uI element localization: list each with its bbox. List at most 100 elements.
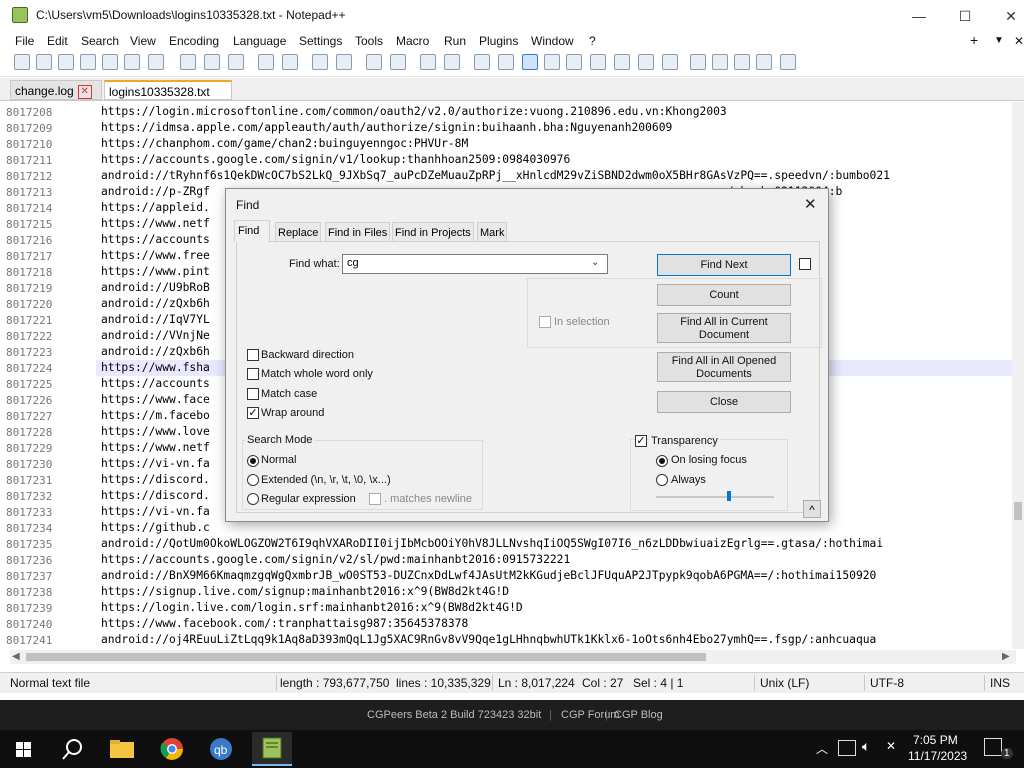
sync-horizontal-icon[interactable]	[444, 54, 460, 70]
new-file-icon[interactable]	[14, 54, 30, 70]
tab-find[interactable]: Find	[234, 220, 270, 242]
monitoring-icon[interactable]	[662, 54, 678, 70]
code-line[interactable]: https://chanphom.com/game/chan2:buinguye…	[101, 137, 468, 150]
code-line[interactable]: android://BnX9M66KmaqmzgqWgQxmbrJB_wO0ST…	[101, 569, 876, 582]
code-line[interactable]: android://QotUm0OkoWLOGZOW2T6I9qhVXARoDI…	[101, 537, 883, 550]
menu-macro[interactable]: Macro	[396, 34, 429, 48]
print-icon[interactable]	[148, 54, 164, 70]
code-line[interactable]: https://idmsa.apple.com/appleauth/auth/a…	[101, 121, 672, 134]
transparency-slider-track[interactable]	[656, 496, 774, 498]
save-icon[interactable]	[58, 54, 74, 70]
code-line[interactable]: https://vi-vn.fa	[101, 457, 210, 470]
undo-icon[interactable]	[258, 54, 274, 70]
horizontal-scroll-thumb[interactable]	[26, 653, 706, 661]
zoom-in-icon[interactable]	[366, 54, 382, 70]
clock-time[interactable]: 7:05 PM	[913, 733, 958, 747]
indent-guide-icon[interactable]	[522, 54, 538, 70]
scroll-left-arrow-icon[interactable]: ◀	[12, 651, 20, 662]
always-radio[interactable]	[656, 474, 668, 486]
save-all-icon[interactable]	[80, 54, 96, 70]
tab-logins-file[interactable]: logins10335328.txt✕	[104, 80, 232, 120]
menu-plugins[interactable]: Plugins	[479, 34, 518, 48]
transparency-slider-thumb[interactable]	[726, 491, 731, 501]
vertical-scroll-thumb[interactable]	[1014, 502, 1022, 520]
close-doc-icon[interactable]: ✕	[1014, 34, 1024, 48]
zoom-out-icon[interactable]	[390, 54, 406, 70]
find-all-current-button[interactable]: Find All in Current Document	[657, 313, 791, 343]
code-line[interactable]: https://www.fsha	[101, 361, 210, 374]
network-icon[interactable]	[838, 740, 856, 756]
cut-icon[interactable]	[180, 54, 196, 70]
language-define-icon[interactable]	[544, 54, 560, 70]
horizontal-scrollbar[interactable]: ◀ ▶	[10, 650, 1016, 664]
wrap-around-checkbox[interactable]: ✓	[247, 407, 259, 419]
code-line[interactable]: https://accounts.google.com/signin/v2/sl…	[101, 553, 570, 566]
menu-language[interactable]: Language	[233, 34, 286, 48]
qbittorrent-icon[interactable]: qb	[205, 734, 237, 764]
tab-list-dropdown-icon[interactable]: ▼	[994, 35, 1004, 46]
chevron-down-icon[interactable]: ⌄	[591, 257, 599, 268]
stop-macro-icon[interactable]	[712, 54, 728, 70]
match-whole-word-checkbox[interactable]	[247, 368, 259, 380]
tab-find-in-projects[interactable]: Find in Projects	[392, 222, 474, 242]
search-icon[interactable]	[56, 734, 88, 764]
doc-list-icon[interactable]	[590, 54, 606, 70]
backward-direction-checkbox[interactable]	[247, 349, 259, 361]
mode-extended-radio[interactable]	[247, 474, 259, 486]
menu-tools[interactable]: Tools	[355, 34, 383, 48]
code-line[interactable]: https://login.live.com/login.srf:mainhan…	[101, 601, 523, 614]
replace-icon[interactable]	[336, 54, 352, 70]
code-line[interactable]: https://discord.	[101, 489, 210, 502]
minimize-button[interactable]: —	[896, 0, 942, 32]
scroll-right-arrow-icon[interactable]: ▶	[1002, 651, 1010, 662]
windows-start-icon[interactable]	[8, 734, 40, 764]
ime-icon[interactable]: ✕	[886, 739, 896, 753]
code-line[interactable]: https://m.facebo	[101, 409, 210, 422]
chrome-icon[interactable]	[156, 734, 188, 764]
show-hidden-icons-icon[interactable]: ︿	[816, 740, 828, 757]
code-line[interactable]: https://www.netf	[101, 217, 210, 230]
mode-normal-radio[interactable]	[247, 455, 259, 467]
code-line[interactable]: https://www.face	[101, 393, 210, 406]
in-selection-checkbox[interactable]	[539, 316, 551, 328]
close-file-icon[interactable]	[102, 54, 118, 70]
close-window-button[interactable]: ✕	[988, 0, 1024, 32]
stay-open-checkbox[interactable]	[799, 258, 811, 270]
tab-close-icon[interactable]: ✕	[77, 84, 92, 99]
cgp-blog-link[interactable]: CGP Blog	[614, 709, 663, 721]
code-line[interactable]: https://login.microsoftonline.com/common…	[101, 105, 727, 118]
menu-file[interactable]: File	[15, 34, 34, 48]
code-line[interactable]: https://www.facebook.com/:tranphattaisg9…	[101, 617, 468, 630]
record-macro-icon[interactable]	[690, 54, 706, 70]
doc-map-icon[interactable]	[566, 54, 582, 70]
tab-find-in-files[interactable]: Find in Files	[325, 222, 391, 242]
code-line[interactable]: https://www.pint	[101, 265, 210, 278]
find-what-input[interactable]: cg	[347, 257, 359, 269]
speaker-icon[interactable]: 🔈︎	[862, 738, 870, 755]
save-macro-icon[interactable]	[780, 54, 796, 70]
word-wrap-icon[interactable]	[474, 54, 490, 70]
close-button[interactable]: Close	[657, 391, 791, 413]
play-macro-icon[interactable]	[734, 54, 750, 70]
code-line[interactable]: android://tRyhnf6s1QekDWcOC7bS2LkQ_9JXbS…	[101, 169, 890, 182]
vertical-scrollbar[interactable]	[1012, 102, 1024, 649]
maximize-button[interactable]: ☐	[942, 0, 988, 32]
menu-help[interactable]: ?	[589, 34, 596, 48]
code-line[interactable]: https://www.free	[101, 249, 210, 262]
menu-settings[interactable]: Settings	[299, 34, 342, 48]
copy-icon[interactable]	[204, 54, 220, 70]
menu-window[interactable]: Window	[531, 34, 574, 48]
code-line[interactable]: https://accounts	[101, 377, 210, 390]
menu-view[interactable]: View	[130, 34, 156, 48]
menu-edit[interactable]: Edit	[47, 34, 68, 48]
on-losing-focus-radio[interactable]	[656, 455, 668, 467]
code-line[interactable]: https://appleid.	[101, 201, 210, 214]
find-next-button[interactable]: Find Next	[657, 254, 791, 276]
find-icon[interactable]	[312, 54, 328, 70]
folder-workspace-icon[interactable]	[638, 54, 654, 70]
code-line[interactable]: https://www.netf	[101, 441, 210, 454]
menu-search[interactable]: Search	[81, 34, 119, 48]
cgp-forum-link[interactable]: CGP Forum	[561, 709, 619, 721]
find-all-opened-button[interactable]: Find All in All Opened Documents	[657, 352, 791, 382]
open-file-icon[interactable]	[36, 54, 52, 70]
